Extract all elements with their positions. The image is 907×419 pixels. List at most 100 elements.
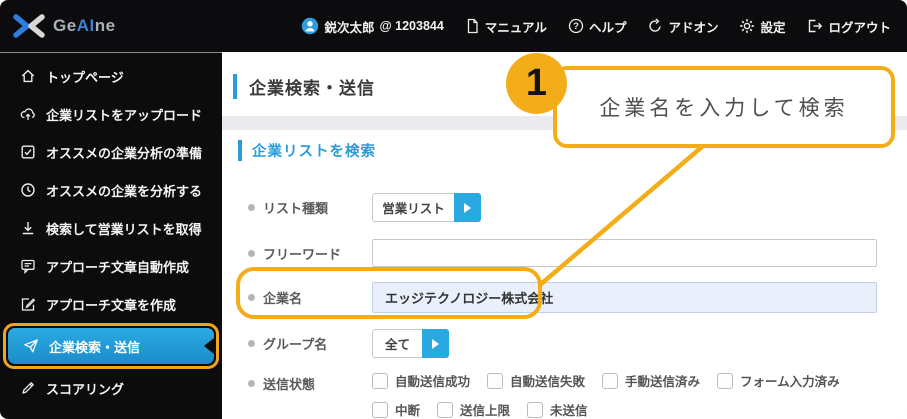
chat-bubble-icon: [20, 258, 36, 274]
document-icon: [465, 18, 480, 34]
field-label-list-type: リスト種類: [248, 198, 372, 217]
user-account-id: @ 1203844: [379, 19, 444, 33]
check-square-icon: [20, 144, 36, 160]
user-avatar-icon: [301, 17, 319, 35]
nav-settings-label: 設定: [760, 20, 786, 35]
form-row-company-name: 企業名: [238, 282, 907, 313]
company-name-input[interactable]: [372, 282, 877, 313]
help-icon: ?: [568, 18, 584, 34]
sidebar-item-analyze-companies[interactable]: オススメの企業を分析する: [0, 171, 222, 209]
sidebar-item-list-overview[interactable]: リスト一覧: [0, 407, 222, 419]
checkbox-icon: [717, 372, 734, 389]
nav-manual[interactable]: マニュアル: [465, 17, 547, 36]
svg-text:?: ?: [573, 21, 579, 32]
user-account[interactable]: 鋭次太郎 @ 1203844: [301, 17, 444, 36]
checkbox-icon: [487, 372, 504, 389]
sidebar-item-create-approach[interactable]: アプローチ文章を作成: [0, 285, 222, 323]
right-triangle-icon: [464, 202, 471, 213]
bullet-icon: [248, 249, 255, 257]
sidebar-item-label: スコアリング: [46, 381, 125, 397]
pencil-icon: [20, 380, 36, 396]
sidebar-item-label: アプローチ文章自動作成: [46, 259, 190, 275]
checkbox-interrupted[interactable]: 中断: [372, 400, 420, 419]
send-status-row-1: 自動送信成功 自動送信失敗 手動送信済み フォーム入力済み: [372, 371, 857, 390]
checkbox-send-limit[interactable]: 送信上限: [437, 400, 510, 419]
sidebar-item-upload-list[interactable]: 企業リストをアップロード: [0, 95, 222, 133]
search-form-panel: 企業リストを検索 リスト種類 営業リスト フリーワード 企業名 エッジテクノロジ…: [222, 130, 907, 419]
group-name-select: 全て: [372, 329, 449, 358]
list-type-value[interactable]: 営業リスト: [372, 193, 454, 222]
checkbox-icon: [437, 401, 454, 418]
geaine-logo[interactable]: GeAIne: [0, 11, 116, 41]
edit-square-icon: [20, 296, 36, 312]
sidebar-item-scoring[interactable]: スコアリング: [0, 369, 222, 407]
form-row-free-word: フリーワード: [238, 239, 907, 267]
bullet-icon: [248, 294, 255, 301]
sidebar-item-top-page[interactable]: トップページ: [0, 57, 222, 95]
form-row-list-type: リスト種類 営業リスト: [238, 193, 907, 222]
checkbox-manual-sent[interactable]: 手動送信済み: [602, 371, 700, 390]
sidebar-item-label: アプローチ文章を作成: [46, 297, 177, 313]
sidebar-item-label: 検索して営業リストを取得: [46, 221, 202, 237]
sidebar-item-auto-create-approach[interactable]: アプローチ文章自動作成: [0, 247, 222, 285]
user-name: 鋭次太郎: [324, 20, 375, 35]
sidebar-item-label: オススメの企業を分析する: [46, 183, 203, 199]
bullet-icon: [248, 204, 255, 211]
nav-addon[interactable]: アドオン: [647, 17, 718, 36]
group-name-dropdown-button[interactable]: [422, 329, 449, 358]
checkbox-icon: [372, 401, 388, 418]
step-number-badge: 1: [506, 53, 567, 114]
annotation-callout: 企業名を入力して検索: [553, 66, 895, 148]
list-type-dropdown-button[interactable]: [454, 193, 481, 222]
sidebar: トップページ 企業リストをアップロード オススメの企業分析の準備 オススメの企業…: [0, 52, 222, 419]
sidebar-item-label: 企業検索・送信: [49, 339, 141, 355]
nav-logout[interactable]: ログアウト: [806, 17, 891, 36]
checkbox-icon: [372, 372, 388, 389]
field-label-send-status: 送信状態: [248, 374, 372, 393]
field-label-free-word: フリーワード: [248, 244, 372, 263]
sidebar-item-label: オススメの企業分析の準備: [46, 145, 203, 161]
gear-icon: [739, 18, 755, 34]
nav-manual-label: マニュアル: [484, 20, 547, 35]
send-status-options: 自動送信成功 自動送信失敗 手動送信済み フォーム入力済み 中断 送信上限 未送…: [372, 371, 857, 419]
free-word-input[interactable]: [372, 239, 877, 267]
nav-settings[interactable]: 設定: [739, 17, 785, 36]
geaine-logo-text: GeAIne: [53, 16, 116, 35]
bullet-icon: [248, 380, 255, 387]
sidebar-active-highlight-ring: 企業検索・送信: [3, 323, 219, 369]
checkbox-form-filled[interactable]: フォーム入力済み: [717, 371, 840, 390]
top-header: GeAIne 鋭次太郎 @ 1203844 マニュアル ? ヘルプ アドオン 設…: [0, 0, 907, 52]
geaine-logo-icon: [12, 11, 46, 41]
addon-icon: [647, 18, 663, 34]
send-status-row-2: 中断 送信上限 未送信: [372, 400, 857, 419]
bullet-icon: [248, 340, 255, 347]
list-type-select: 営業リスト: [372, 193, 481, 222]
annotation-callout-text: 企業名を入力して検索: [599, 97, 849, 120]
sidebar-item-label: トップページ: [46, 69, 124, 85]
checkbox-auto-send-success[interactable]: 自動送信成功: [372, 371, 470, 390]
checkbox-not-sent[interactable]: 未送信: [527, 400, 588, 419]
field-label-company-name: 企業名: [248, 288, 372, 307]
logout-icon: [806, 18, 823, 34]
sidebar-item-company-search-send[interactable]: 企業検索・送信: [8, 328, 214, 364]
checkbox-icon: [602, 372, 619, 389]
paper-plane-icon: [23, 338, 39, 354]
group-name-value[interactable]: 全て: [372, 329, 422, 358]
form-row-send-status: 送信状態 自動送信成功 自動送信失敗 手動送信済み フォーム入力済み 中断 送信…: [238, 371, 907, 419]
clock-icon: [20, 182, 36, 198]
nav-help-label: ヘルプ: [588, 20, 627, 35]
nav-addon-label: アドオン: [668, 20, 719, 35]
download-icon: [20, 220, 36, 236]
geaine-app-window: GeAIne 鋭次太郎 @ 1203844 マニュアル ? ヘルプ アドオン 設…: [0, 0, 907, 419]
header-nav: 鋭次太郎 @ 1203844 マニュアル ? ヘルプ アドオン 設定 ログアウト: [301, 17, 907, 36]
cloud-upload-icon: [20, 106, 36, 122]
sidebar-item-analysis-prep[interactable]: オススメの企業分析の準備: [0, 133, 222, 171]
checkbox-auto-send-failure[interactable]: 自動送信失敗: [487, 371, 585, 390]
field-label-group-name: グループ名: [248, 334, 372, 353]
sidebar-item-get-sales-list[interactable]: 検索して営業リストを取得: [0, 209, 222, 247]
nav-logout-label: ログアウト: [828, 20, 891, 35]
checkbox-icon: [527, 401, 544, 418]
form-row-group-name: グループ名 全て: [238, 329, 907, 358]
sidebar-item-label: 企業リストをアップロード: [46, 107, 203, 123]
nav-help[interactable]: ? ヘルプ: [568, 17, 627, 36]
